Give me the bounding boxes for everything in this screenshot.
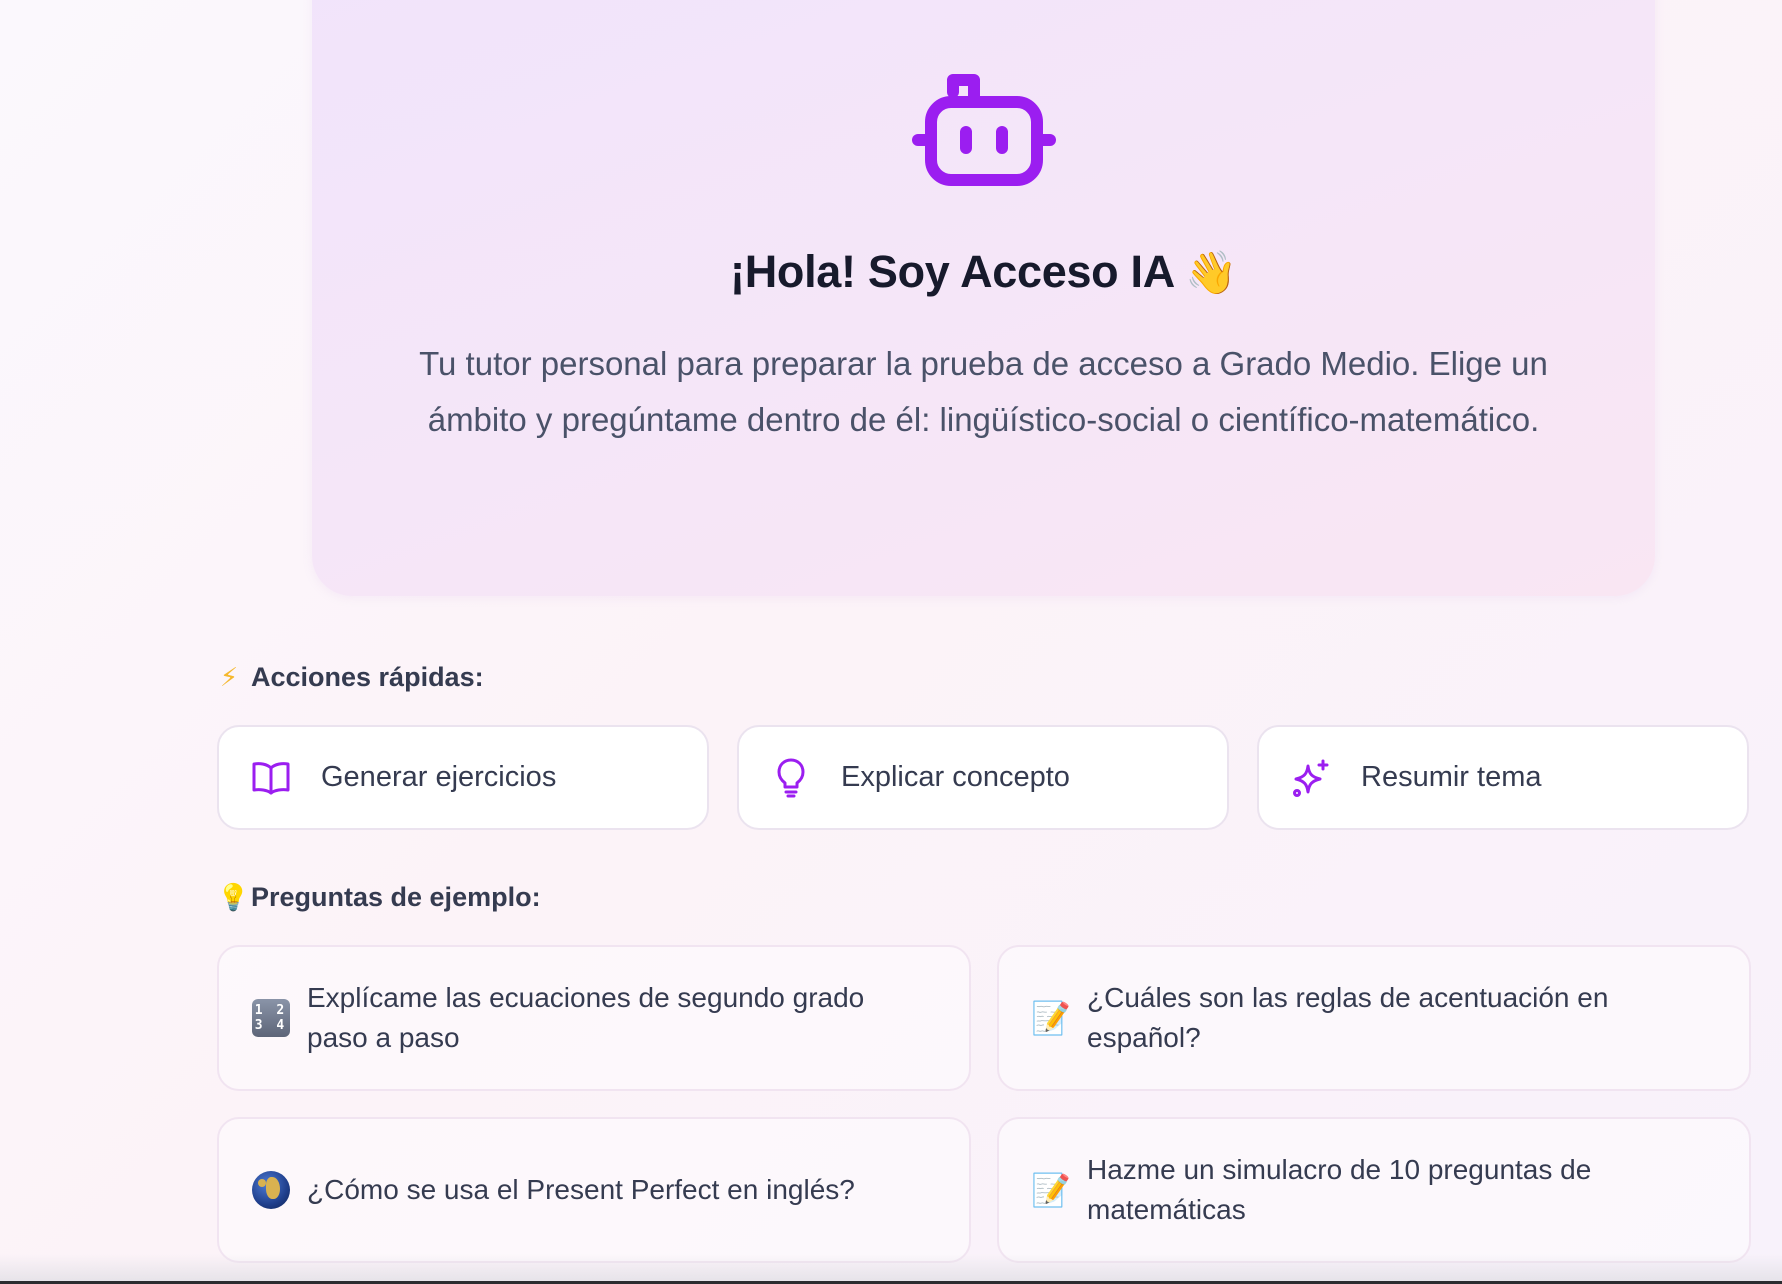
welcome-subtitle: Tu tutor personal para preparar la prueb… [419, 345, 1548, 438]
lightbulb-emoji-icon: 💡 [217, 882, 250, 912]
quick-actions-heading: ⚡ Acciones rápidas: [217, 662, 484, 693]
sparkles-icon [1291, 758, 1331, 798]
memo-icon: 📝 [1031, 1172, 1071, 1208]
example-question-text: Hazme un simulacro de 10 preguntas de ma… [1087, 1154, 1592, 1225]
globe-icon [251, 1170, 291, 1210]
example-question-accentuation[interactable]: 📝 ¿Cuáles son las reglas de acentuación … [997, 945, 1751, 1091]
example-questions-heading: 💡 Preguntas de ejemplo: [217, 882, 541, 913]
example-question-text: Explícame las ecuaciones de segundo grad… [307, 982, 865, 1053]
generate-exercises-button[interactable]: Generar ejercicios [217, 725, 709, 830]
example-question-present-perfect[interactable]: ¿Cómo se usa el Present Perfect en inglé… [217, 1117, 971, 1263]
book-open-icon [251, 758, 291, 798]
generate-exercises-label: Generar ejercicios [321, 761, 557, 793]
chat-welcome-page: ¡Hola! Soy Acceso IA 👋 Tu tutor personal … [0, 0, 1782, 1284]
example-question-text: ¿Cómo se usa el Present Perfect en inglé… [307, 1174, 855, 1205]
lightning-icon: ⚡ [219, 662, 239, 692]
example-question-text: ¿Cuáles son las reglas de acentuación en… [1087, 982, 1609, 1053]
example-question-quadratic[interactable]: 1 2 3 4 Explícame las ecuaciones de segu… [217, 945, 971, 1091]
example-question-math-mock-exam[interactable]: 📝 Hazme un simulacro de 10 preguntas de … [997, 1117, 1751, 1263]
memo-icon: 📝 [1031, 1000, 1071, 1036]
example-questions-heading-text: Preguntas de ejemplo: [251, 882, 541, 912]
welcome-title-text: ¡Hola! Soy Acceso IA [730, 246, 1175, 297]
waving-hand-icon: 👋 [1184, 249, 1237, 296]
numbers-icon: 1 2 3 4 [251, 998, 291, 1038]
explain-concept-label: Explicar concepto [841, 761, 1070, 793]
summarize-topic-label: Resumir tema [1361, 761, 1542, 793]
welcome-title: ¡Hola! Soy Acceso IA 👋 [312, 246, 1655, 298]
quick-actions-heading-text: Acciones rápidas: [251, 662, 484, 692]
explain-concept-button[interactable]: Explicar concepto [737, 725, 1229, 830]
summarize-topic-button[interactable]: Resumir tema [1257, 725, 1749, 830]
lightbulb-icon [771, 758, 811, 798]
robot-icon [912, 74, 1056, 186]
